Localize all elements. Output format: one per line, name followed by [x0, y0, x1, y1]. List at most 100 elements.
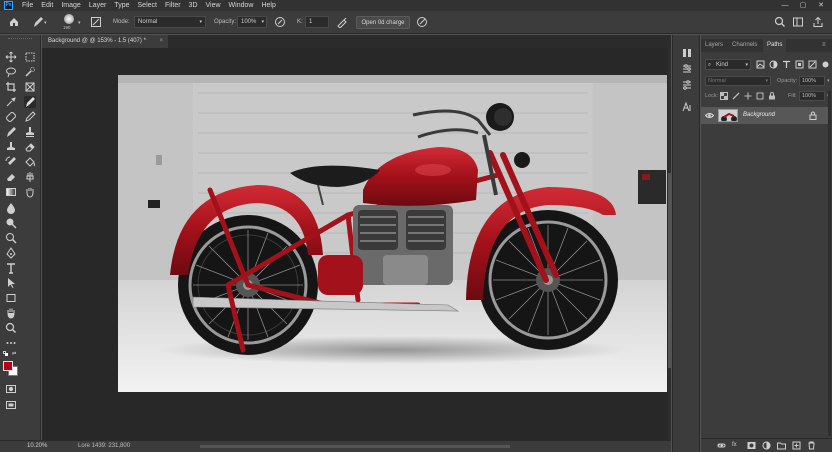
- add-mask-icon[interactable]: [747, 441, 756, 450]
- zoom-level[interactable]: 10.20%: [27, 441, 47, 452]
- filter-toggle-icon[interactable]: [821, 60, 830, 69]
- panel-scrollbar[interactable]: [828, 91, 831, 436]
- menu-select[interactable]: Select: [134, 0, 161, 11]
- brush-settings-icon[interactable]: [90, 16, 102, 28]
- lock-transparent-icon[interactable]: [720, 92, 728, 100]
- eraser-icon[interactable]: [24, 141, 36, 153]
- dropdown-caret-icon[interactable]: ▾: [44, 17, 47, 30]
- filter-smart-object-icon[interactable]: [808, 60, 817, 69]
- healing-icon[interactable]: [5, 111, 17, 123]
- layer-opacity-caret-icon[interactable]: ▾: [827, 76, 830, 86]
- home-icon[interactable]: [8, 16, 20, 28]
- character-panel-icon[interactable]: [681, 101, 693, 113]
- filter-adjustment-icon[interactable]: [769, 60, 778, 69]
- menu-edit[interactable]: Edit: [37, 0, 57, 11]
- lock-all-icon[interactable]: [768, 92, 776, 100]
- type-icon[interactable]: [5, 262, 17, 274]
- properties-panel-icon[interactable]: [681, 63, 693, 75]
- brush-preview-icon[interactable]: [64, 14, 74, 24]
- menu-help[interactable]: Help: [257, 0, 279, 11]
- blend-mode-select[interactable]: Normal ▾: [705, 76, 771, 86]
- gradient-icon[interactable]: [5, 186, 17, 198]
- dodge-icon[interactable]: [5, 217, 17, 229]
- share-icon[interactable]: [812, 16, 824, 28]
- lasso-icon[interactable]: [5, 66, 17, 78]
- blur-icon[interactable]: [5, 202, 17, 214]
- menu-view[interactable]: View: [202, 0, 225, 11]
- menu-type[interactable]: Type: [110, 0, 133, 11]
- workspace-icon[interactable]: [792, 16, 804, 28]
- eraser-alt-icon[interactable]: [5, 171, 17, 183]
- close-tab-icon[interactable]: ×: [159, 35, 163, 48]
- hand-icon[interactable]: [5, 307, 17, 319]
- horizontal-scroll-thumb[interactable]: [200, 445, 510, 448]
- vertical-scrollbar[interactable]: [668, 48, 671, 440]
- canvas-photo[interactable]: [118, 75, 667, 392]
- tab-channels[interactable]: Channels: [732, 39, 757, 52]
- layer-opacity-field[interactable]: 100%: [799, 76, 825, 86]
- fill-field[interactable]: 100%: [799, 91, 825, 101]
- new-layer-icon[interactable]: [792, 441, 801, 450]
- pencil-icon[interactable]: [24, 111, 36, 123]
- brush-icon[interactable]: [24, 96, 36, 108]
- mode-select[interactable]: Normal ▾: [134, 16, 206, 28]
- quick-mask-icon[interactable]: [5, 383, 17, 395]
- lock-artboard-icon[interactable]: [756, 92, 764, 100]
- panel-menu-icon[interactable]: ≡: [822, 39, 826, 52]
- stamp-alt-icon[interactable]: [5, 141, 17, 153]
- brush-tool-preset-icon[interactable]: [32, 16, 44, 28]
- crop-icon[interactable]: [5, 81, 17, 93]
- lock-pixels-icon[interactable]: [732, 92, 740, 100]
- path-select-icon[interactable]: [5, 277, 17, 289]
- document-info[interactable]: Lore 1439: 231,800: [78, 441, 130, 452]
- minimize-button[interactable]: —: [778, 0, 792, 11]
- k-field[interactable]: 1: [305, 16, 329, 28]
- quick-select-icon[interactable]: [24, 66, 36, 78]
- pressure-opacity-icon[interactable]: [274, 16, 286, 28]
- maximize-button[interactable]: ▢: [796, 0, 810, 11]
- adjustment-layer-icon[interactable]: [762, 441, 771, 450]
- move-icon[interactable]: [5, 51, 17, 63]
- menu-3d[interactable]: 3D: [185, 0, 202, 11]
- lock-position-icon[interactable]: [744, 92, 752, 100]
- zoom-icon[interactable]: [5, 322, 17, 334]
- menu-file[interactable]: File: [18, 0, 37, 11]
- link-layers-icon[interactable]: [717, 441, 726, 450]
- adjustments-panel-icon[interactable]: [681, 79, 693, 91]
- tab-layers[interactable]: Layers: [705, 39, 723, 52]
- history-panel-icon[interactable]: [681, 47, 693, 59]
- menu-filter[interactable]: Filter: [161, 0, 185, 11]
- filter-type-icon[interactable]: [782, 60, 791, 69]
- layer-style-fx-icon[interactable]: fx: [732, 441, 741, 450]
- layer-lock-icon[interactable]: [809, 111, 817, 120]
- shape-icon[interactable]: [5, 292, 17, 304]
- pen-icon[interactable]: [5, 247, 17, 259]
- document-tab[interactable]: Background @ @ 153% - 1.5 (407) * ×: [42, 35, 168, 48]
- close-window-button[interactable]: ✕: [814, 0, 828, 11]
- brush-alt-icon[interactable]: [5, 126, 17, 138]
- hand-grab-icon[interactable]: [24, 186, 36, 198]
- layer-row[interactable]: Background: [701, 107, 828, 124]
- menu-image[interactable]: Image: [57, 0, 84, 11]
- eye-visibility-icon[interactable]: [705, 111, 714, 120]
- brush-size-caret-icon[interactable]: ▾: [78, 17, 81, 30]
- delete-layer-icon[interactable]: [807, 441, 816, 450]
- artboard-icon[interactable]: [24, 51, 36, 63]
- tab-paths[interactable]: Paths: [763, 39, 787, 52]
- open-charge-button[interactable]: Open 0d charge: [356, 16, 410, 29]
- foreground-color-swatch[interactable]: [3, 361, 13, 371]
- filter-shape-icon[interactable]: [795, 60, 804, 69]
- frame-icon[interactable]: [24, 81, 36, 93]
- default-colors-icon[interactable]: [3, 351, 8, 356]
- history-brush-icon[interactable]: [5, 156, 17, 168]
- new-group-icon[interactable]: [777, 441, 786, 450]
- toolbar-grip[interactable]: [8, 38, 32, 40]
- vertical-scroll-thumb[interactable]: [668, 173, 671, 368]
- filter-pixel-icon[interactable]: [756, 60, 765, 69]
- stamp-icon[interactable]: [24, 126, 36, 138]
- more-icon[interactable]: [5, 337, 17, 349]
- menu-window[interactable]: Window: [225, 0, 258, 11]
- search-icon[interactable]: [774, 16, 786, 28]
- eyedropper-icon[interactable]: [5, 96, 17, 108]
- swap-colors-icon[interactable]: ⇄: [12, 351, 16, 357]
